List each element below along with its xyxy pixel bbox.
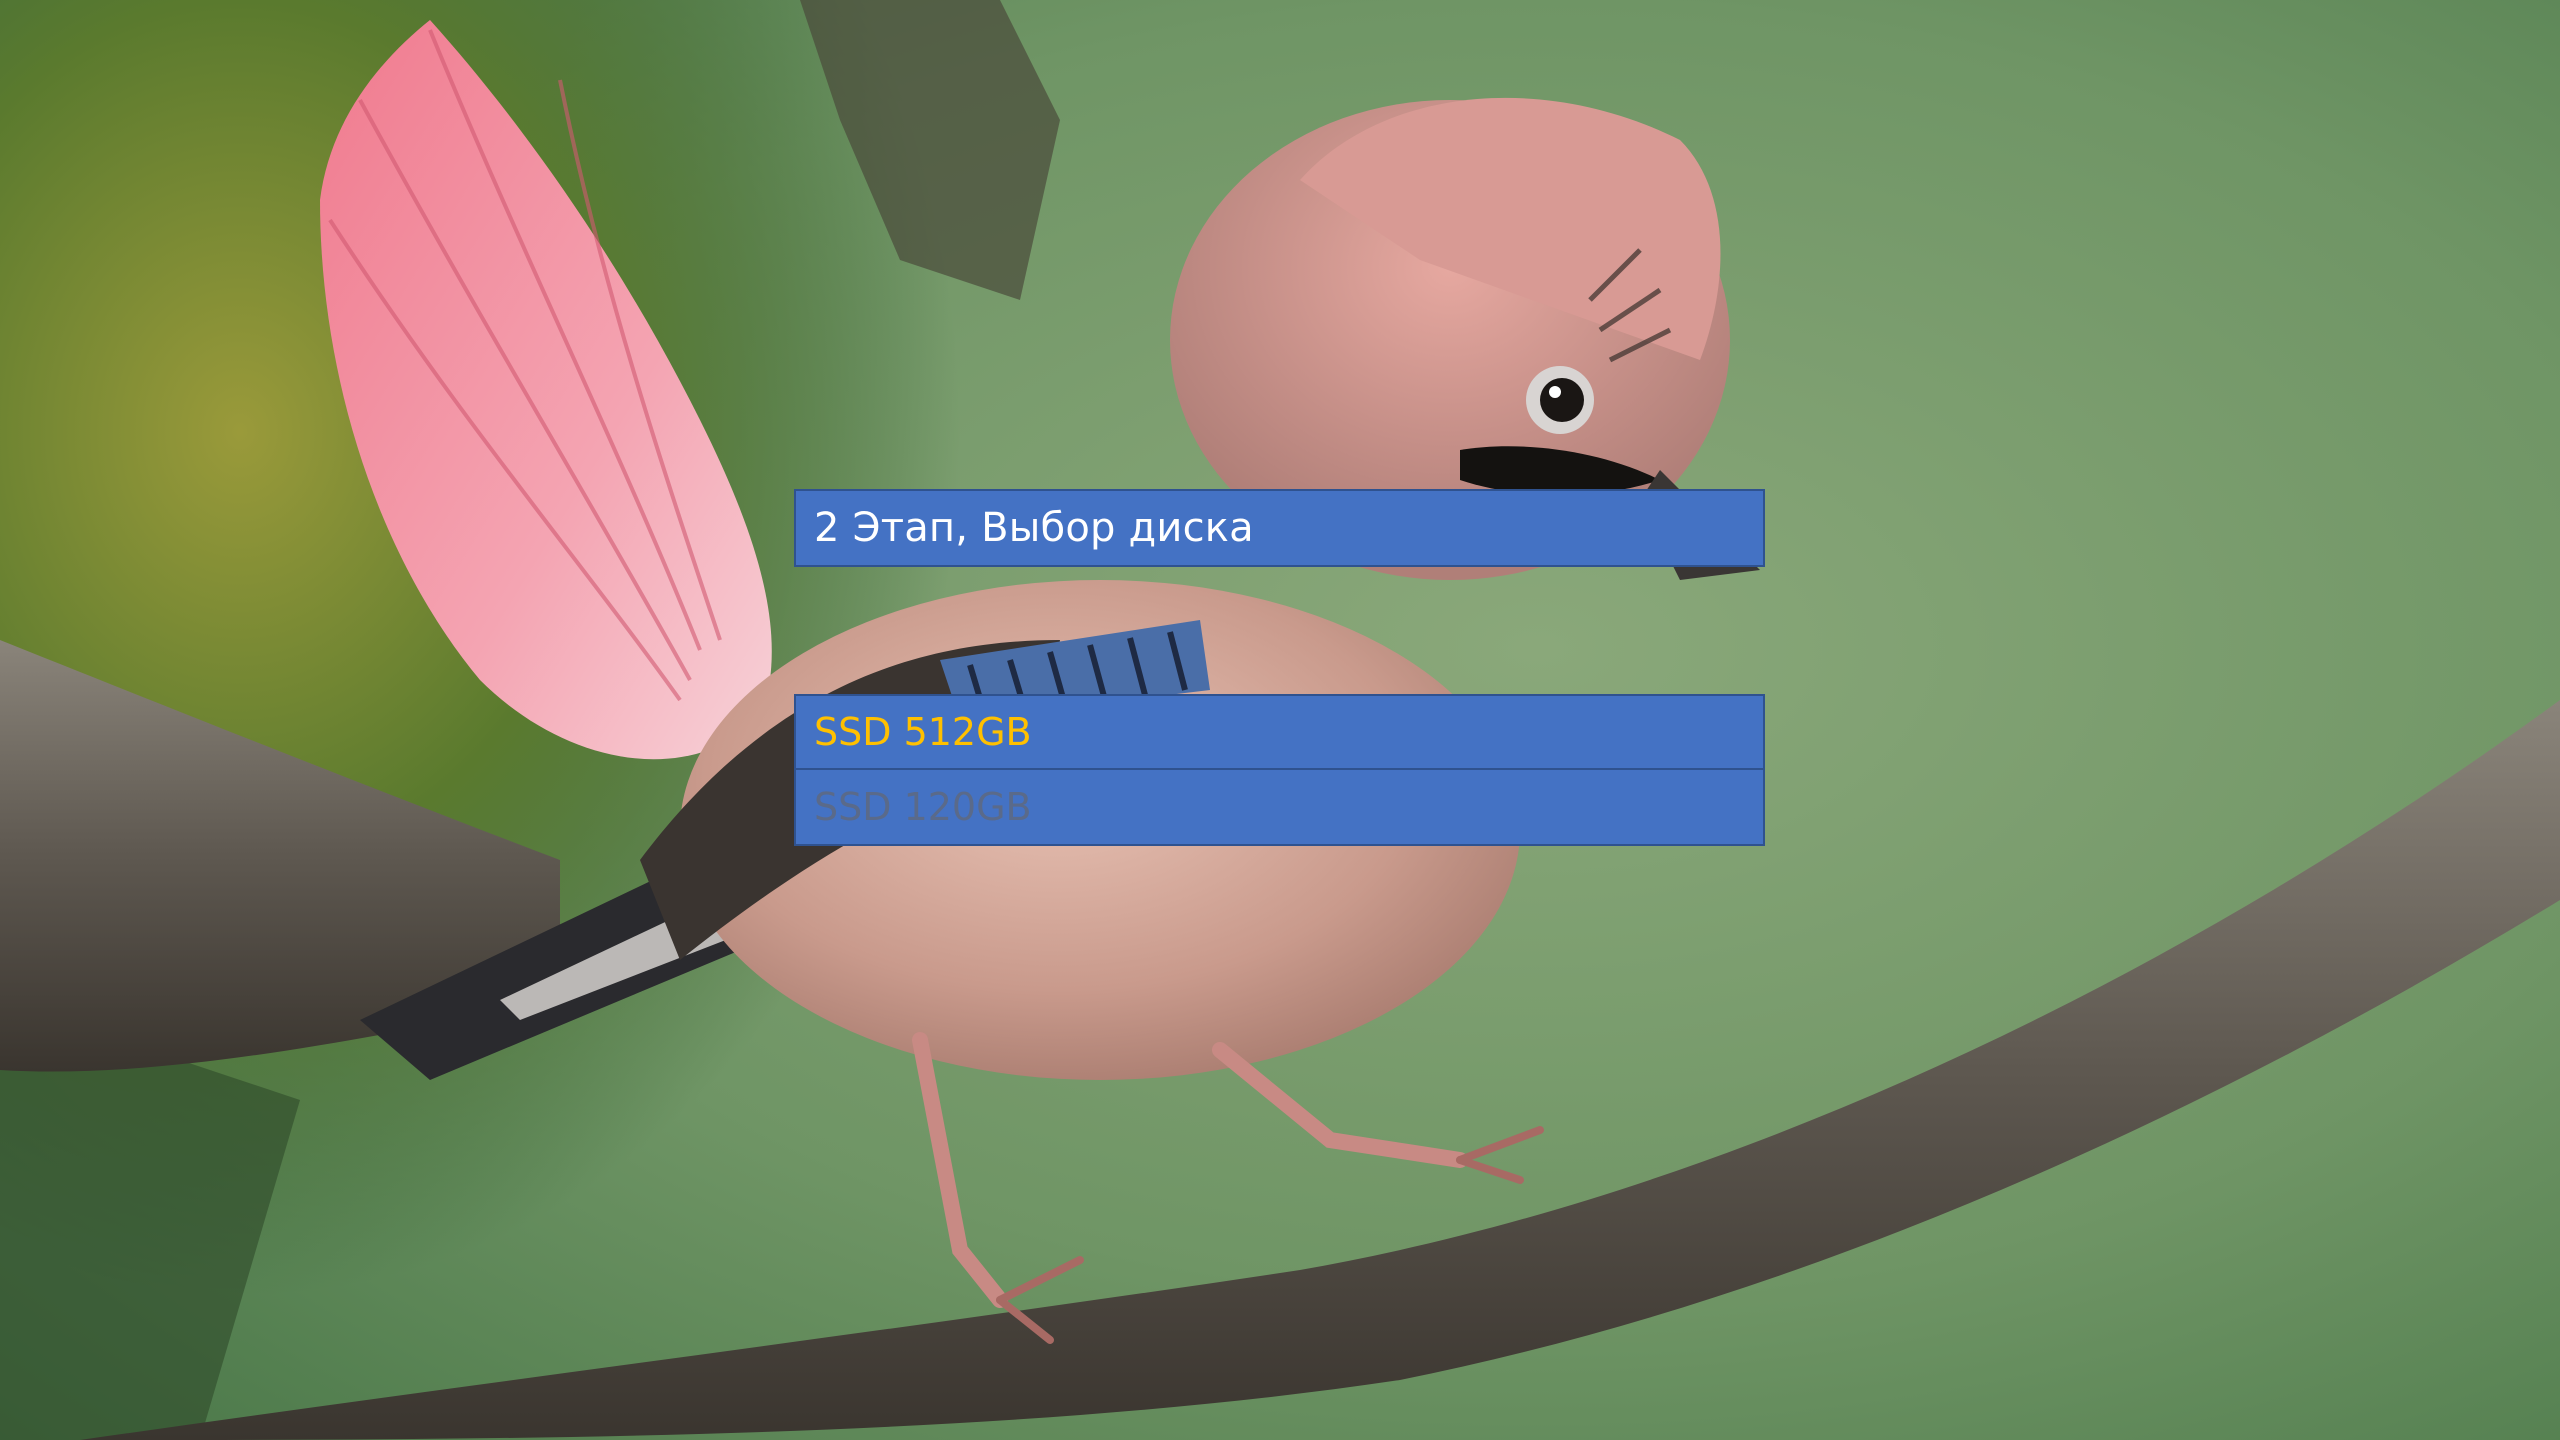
disk-option-ssd-512gb[interactable]: SSD 512GB (794, 694, 1765, 770)
stage-title: 2 Этап, Выбор диска (814, 505, 1254, 551)
disk-selection-list: SSD 512GB SSD 120GB (794, 694, 1765, 846)
stage-title-bar: 2 Этап, Выбор диска (794, 489, 1765, 567)
disk-option-label: SSD 120GB (814, 785, 1032, 829)
disk-option-ssd-120gb[interactable]: SSD 120GB (794, 768, 1765, 846)
disk-option-label: SSD 512GB (814, 710, 1032, 754)
